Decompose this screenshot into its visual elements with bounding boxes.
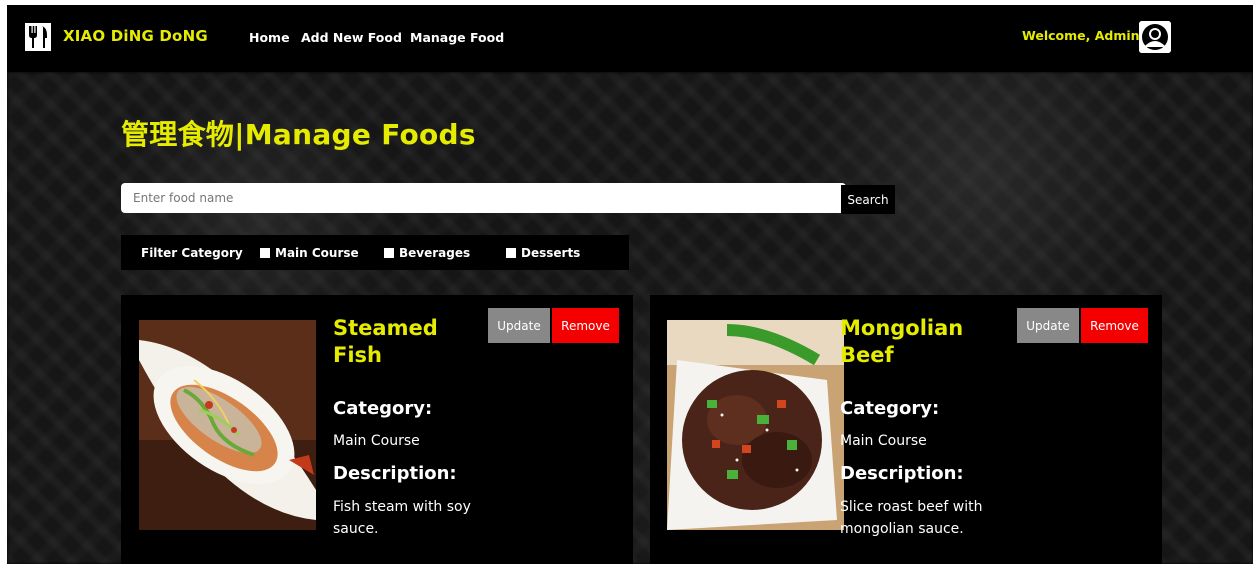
- update-button[interactable]: Update: [1017, 308, 1079, 343]
- category-value: Main Course: [840, 433, 927, 449]
- filter-desserts[interactable]: Desserts: [506, 246, 580, 260]
- category-heading: Category:: [840, 398, 940, 419]
- checkbox-main-course[interactable]: [260, 248, 270, 258]
- remove-button[interactable]: Remove: [1081, 308, 1148, 343]
- category-value: Main Course: [333, 433, 420, 449]
- nav-home[interactable]: Home: [249, 30, 290, 45]
- navbar: XIAO DiNG DoNG Home Add New Food Manage …: [7, 5, 1253, 72]
- food-name: Steamed Fish: [333, 316, 438, 367]
- checkbox-beverages[interactable]: [384, 248, 394, 258]
- category-heading: Category:: [333, 398, 433, 419]
- filter-bar: Filter Category Main Course Beverages De…: [121, 235, 629, 270]
- mongolian-beef-image: [667, 320, 844, 530]
- user-avatar-icon[interactable]: [1139, 21, 1171, 53]
- description-value: Slice roast beef with mongolian sauce.: [840, 499, 983, 537]
- filter-option-label: Main Course: [275, 246, 359, 260]
- nav-manage-food[interactable]: Manage Food: [410, 30, 504, 45]
- steamed-fish-image: [139, 320, 316, 530]
- app-frame: XIAO DiNG DoNG Home Add New Food Manage …: [7, 5, 1253, 564]
- search-input[interactable]: [121, 183, 846, 213]
- filter-label: Filter Category: [141, 246, 243, 260]
- description-value: Fish steam with soy sauce.: [333, 499, 471, 537]
- brand-name[interactable]: XIAO DiNG DoNG: [63, 27, 208, 45]
- food-card: Mongolian Beef Update Remove Category: M…: [650, 295, 1162, 564]
- food-name: Mongolian Beef: [840, 316, 964, 367]
- checkbox-desserts[interactable]: [506, 248, 516, 258]
- remove-button[interactable]: Remove: [552, 308, 619, 343]
- nav-add-new-food[interactable]: Add New Food: [301, 30, 402, 45]
- filter-beverages[interactable]: Beverages: [384, 246, 470, 260]
- food-card: Steamed Fish Update Remove Category: Mai…: [121, 295, 633, 564]
- filter-option-label: Beverages: [399, 246, 471, 260]
- description-heading: Description:: [840, 463, 964, 484]
- page-title: 管理食物|Manage Foods: [121, 118, 476, 151]
- filter-main-course[interactable]: Main Course: [260, 246, 359, 260]
- search-button[interactable]: Search: [841, 185, 895, 214]
- description-heading: Description:: [333, 463, 457, 484]
- utensils-icon[interactable]: [25, 23, 51, 51]
- filter-option-label: Desserts: [521, 246, 581, 260]
- welcome-text: Welcome, Admin: [1022, 28, 1140, 43]
- update-button[interactable]: Update: [488, 308, 550, 343]
